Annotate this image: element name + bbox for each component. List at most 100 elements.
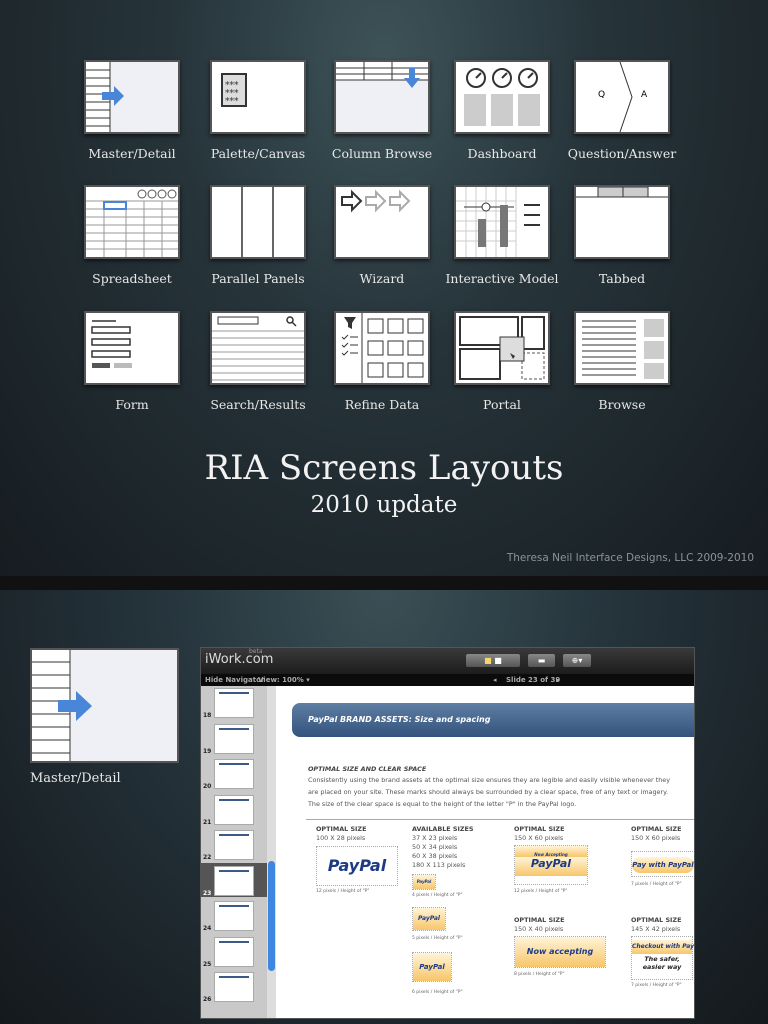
slide-thumbnail[interactable]	[214, 688, 254, 718]
slide-number: 19	[203, 747, 212, 755]
palette-canvas-icon: *** *** ***	[210, 60, 306, 134]
note: 5 pixels / Height of "P"	[412, 936, 463, 941]
interactive-model-icon	[454, 185, 550, 259]
slide-thumbnail[interactable]	[214, 759, 254, 789]
beta-label: beta	[249, 648, 263, 655]
slide-banner: PayPal BRAND ASSETS: Size and spacing	[292, 703, 694, 737]
a-label: A	[641, 90, 648, 100]
slide-thumbnail[interactable]	[214, 794, 254, 825]
layout-wizard[interactable]: Wizard	[322, 185, 442, 286]
layout-spreadsheet[interactable]: Spreadsheet	[72, 185, 192, 286]
paypal-logo-large: PayPal	[412, 952, 452, 982]
layout-label: Refine Data	[344, 397, 420, 412]
note: 12 pixels / Height of "P"	[514, 889, 568, 894]
layout-question-answer[interactable]: QA Question/Answer	[562, 60, 682, 161]
layout-label: Master/Detail	[30, 771, 121, 786]
slide-navigator: 18 19 20 21 22 23 24 25 26	[201, 686, 276, 1018]
note: 7 pixels / Height of "P"	[631, 882, 682, 887]
layout-label: Portal	[483, 397, 521, 412]
view-mode-buttons[interactable]: ■ ■	[466, 654, 520, 667]
now-accepting-banner: Now accepting	[514, 936, 606, 968]
slide-number: 23	[203, 889, 212, 897]
col-optimal-size: OPTIMAL SIZE 100 X 28 pixels	[316, 825, 367, 842]
layout-search-results[interactable]: Search/Results	[198, 311, 318, 412]
refine-data-icon	[334, 311, 430, 385]
slide-thumbnail[interactable]	[214, 830, 254, 860]
slide-number: 18	[203, 712, 212, 719]
slide-number: 20	[203, 783, 212, 790]
prev-slide-icon[interactable]: ◂	[493, 674, 497, 686]
dashboard-icon	[454, 60, 550, 134]
note: 8 pixels / Height of "P"	[514, 972, 565, 977]
tabbed-icon	[574, 185, 670, 259]
paypal-logo-medium: PayPal	[412, 907, 446, 931]
slide-thumbnail[interactable]	[214, 901, 254, 931]
layout-dashboard[interactable]: Dashboard	[442, 60, 562, 161]
notes-icon[interactable]: ■	[484, 656, 492, 665]
search-results-icon	[210, 311, 306, 385]
layout-label: Parallel Panels	[211, 271, 305, 286]
layout-column-browse[interactable]: Column Browse	[322, 60, 442, 161]
slide-thumbnail[interactable]	[214, 972, 254, 1002]
master-detail-icon	[30, 648, 179, 763]
layout-tabbed[interactable]: Tabbed	[562, 185, 682, 286]
browse-icon	[574, 311, 670, 385]
form-icon	[84, 311, 180, 385]
download-icon: ⊕▾	[571, 656, 583, 665]
pay-with-paypal-button: Pay with PayPal	[631, 851, 694, 877]
slide-thumbnail[interactable]	[214, 936, 254, 967]
layout-form[interactable]: Form	[72, 311, 192, 412]
print-button[interactable]: ▬	[528, 654, 555, 667]
layout-label: Column Browse	[331, 146, 433, 161]
spreadsheet-icon	[84, 185, 180, 259]
page-subtitle: 2010 update	[310, 492, 458, 518]
layout-interactive-model[interactable]: Interactive Model	[442, 185, 562, 286]
slide-content: PayPal BRAND ASSETS: Size and spacing OP…	[276, 686, 694, 1018]
slide-thumbnail[interactable]	[214, 723, 254, 754]
layout-portal[interactable]: Portal	[442, 311, 562, 412]
page-title: RIA Screens Layouts	[204, 448, 564, 488]
layout-label: Tabbed	[598, 271, 646, 286]
layout-label: Form	[115, 397, 149, 412]
slide-thumbnail[interactable]	[214, 865, 254, 896]
layout-label: Spreadsheet	[92, 271, 172, 286]
slide-number: 22	[203, 854, 212, 861]
layout-label: Interactive Model	[445, 271, 559, 286]
paypal-logo: PayPal	[316, 846, 398, 886]
layout-master-detail[interactable]: Master/Detail	[72, 60, 192, 161]
layout-refine-data[interactable]: Refine Data	[322, 311, 442, 412]
svg-text:***: ***	[225, 97, 239, 107]
print-icon: ▬	[537, 656, 546, 665]
slide-indicator: Slide 23 of 39	[506, 676, 561, 684]
checkout-with-paypal-button: Checkout with PayPalThe safer, easier wa…	[631, 936, 694, 980]
layout-palette-canvas[interactable]: *** *** *** Palette/Canvas	[198, 60, 318, 161]
navigator-scrollbar[interactable]	[267, 686, 276, 1018]
checkout-tagline: The safer, easier way	[642, 955, 682, 971]
divider	[306, 819, 694, 820]
body-line: Consistently using the brand assets at t…	[308, 776, 670, 784]
note: 4 pixels / Height of "P"	[412, 893, 463, 898]
download-button[interactable]: ⊕▾	[563, 654, 591, 667]
paypal-logo-small: PayPal	[412, 874, 436, 890]
note: 12 pixels / Height of "P"	[316, 889, 370, 894]
body-line: The size of the clear space is equal to …	[308, 800, 577, 808]
layout-label: Wizard	[359, 271, 405, 286]
parallel-panels-icon	[210, 185, 306, 259]
layout-label: Dashboard	[467, 146, 537, 161]
slide-number: 24	[203, 925, 212, 932]
layout-label: Browse	[598, 397, 646, 412]
layout-label: Question/Answer	[567, 146, 677, 161]
view-zoom-dropdown[interactable]: View: 100% ▾	[258, 674, 310, 686]
layout-parallel-panels[interactable]: Parallel Panels	[198, 185, 318, 286]
layout-browse[interactable]: Browse	[562, 311, 682, 412]
slide-number: 26	[203, 996, 212, 1003]
iwork-window: iWork.com beta ■ ■ ▬ ⊕▾ Hide Navigator V…	[200, 647, 695, 1019]
wizard-icon	[334, 185, 430, 259]
slide-ria-layouts: Master/Detail *** *** *** Palette/Canvas C…	[0, 0, 768, 576]
slide-icon[interactable]: ■	[494, 656, 502, 665]
next-slide-icon[interactable]: ▸	[556, 674, 560, 686]
slide-number: 25	[203, 960, 212, 968]
layout-label: Master/Detail	[88, 146, 176, 161]
hide-navigator-button[interactable]: Hide Navigator	[205, 674, 264, 686]
col-optimal-size-4b: OPTIMAL SIZE 145 X 42 pixels	[631, 916, 682, 933]
